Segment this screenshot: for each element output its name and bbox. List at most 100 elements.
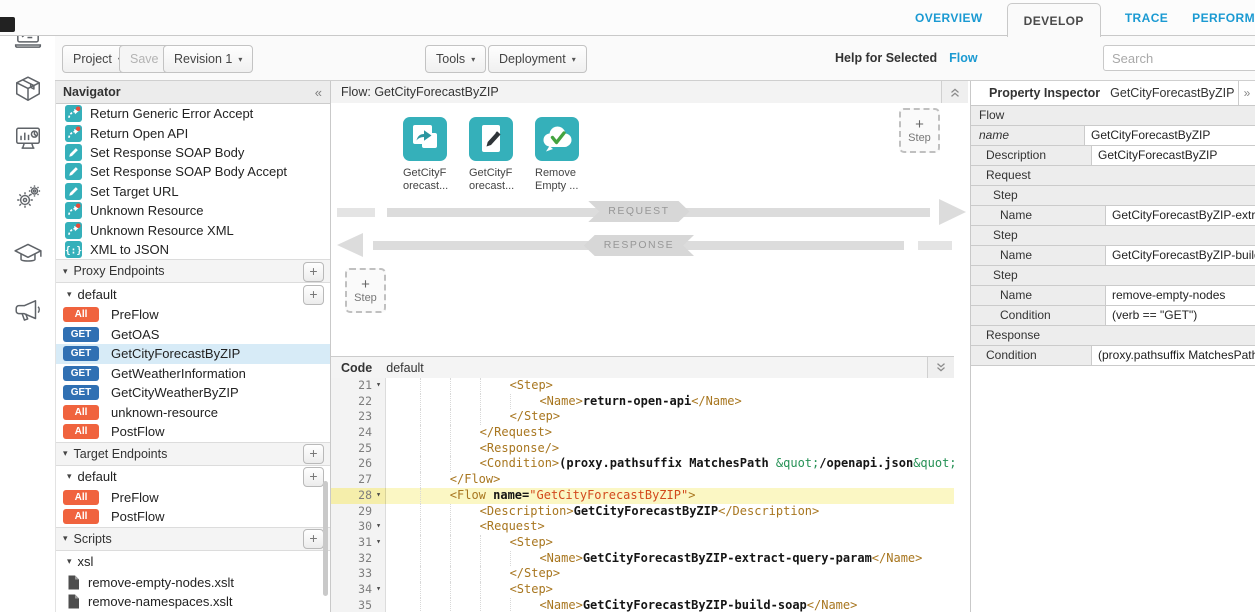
code-line[interactable]: 28▾<Flow name="GetCityForecastByZIP"> xyxy=(331,488,954,504)
fold-toggle-icon[interactable]: ▾ xyxy=(372,535,385,551)
property-value[interactable]: GetCityForecastByZIP xyxy=(1092,146,1255,165)
package-icon[interactable] xyxy=(13,74,43,104)
code-line[interactable]: 33</Step> xyxy=(331,566,954,582)
extract-variables-icon[interactable] xyxy=(403,117,447,161)
code-line-content[interactable]: <Name>GetCityForecastByZIP-extract-query… xyxy=(386,551,954,567)
code-gutter[interactable]: 21▾ xyxy=(331,378,386,394)
code-gutter[interactable]: 27 xyxy=(331,472,386,488)
assign-message-step-icon[interactable] xyxy=(469,117,513,161)
cloud-check-icon[interactable] xyxy=(535,117,579,161)
endpoint-item[interactable]: GETGetCityWeatherByZIP xyxy=(55,383,330,403)
analytics-monitor-icon[interactable] xyxy=(13,124,43,154)
add-button[interactable]: + xyxy=(303,467,324,487)
endpoint-item[interactable]: AllPreFlow xyxy=(55,488,330,508)
add-button[interactable]: + xyxy=(303,285,324,305)
policy-item[interactable]: Set Target URL xyxy=(55,182,330,201)
code-gutter[interactable]: 30▾ xyxy=(331,519,386,535)
add-button[interactable]: + xyxy=(303,262,324,282)
endpoint-item[interactable]: Allunknown-resource xyxy=(55,403,330,423)
code-line-content[interactable]: <Response/> xyxy=(386,441,954,457)
fold-toggle-icon[interactable]: ▾ xyxy=(372,378,385,394)
property-value[interactable]: GetCityForecastByZIP xyxy=(1085,126,1255,145)
code-line-content[interactable]: </Request> xyxy=(386,425,954,441)
code-line-content[interactable]: </Step> xyxy=(386,566,954,582)
code-line-content[interactable]: </Step> xyxy=(386,409,954,425)
code-line-content[interactable]: <Condition>(proxy.pathsuffix MatchesPath… xyxy=(386,456,954,472)
tab-develop[interactable]: DEVELOP xyxy=(1007,3,1101,37)
code-line[interactable]: 34▾<Step> xyxy=(331,582,954,598)
code-line-content[interactable]: <Step> xyxy=(386,582,954,598)
tab-trace[interactable]: TRACE xyxy=(1125,11,1168,25)
tools-menu-button[interactable]: Tools ▾ xyxy=(425,45,486,73)
save-button[interactable]: Save xyxy=(119,45,170,73)
group-row-default[interactable]: ▾default+ xyxy=(55,283,330,305)
code-line[interactable]: 26<Condition>(proxy.pathsuffix MatchesPa… xyxy=(331,456,954,472)
megaphone-icon[interactable] xyxy=(13,296,43,326)
code-gutter[interactable]: 23 xyxy=(331,409,386,425)
code-line[interactable]: 35<Name>GetCityForecastByZIP-build-soap<… xyxy=(331,598,954,612)
code-gutter[interactable]: 29 xyxy=(331,504,386,520)
collapse-flow-icon[interactable] xyxy=(941,81,968,103)
collapse-inspector-icon[interactable]: » xyxy=(1238,81,1255,105)
tab-overview[interactable]: OVERVIEW xyxy=(915,11,983,25)
code-line-content[interactable]: <Description>GetCityForecastByZIP</Descr… xyxy=(386,504,954,520)
collapse-panel-icon[interactable]: « xyxy=(315,85,322,100)
tab-performance[interactable]: PERFORMANCE xyxy=(1192,11,1255,25)
revision-menu-button[interactable]: Revision 1 ▾ xyxy=(163,45,253,73)
fold-toggle-icon[interactable]: ▾ xyxy=(372,519,385,535)
add-button[interactable]: + xyxy=(303,444,324,464)
code-line-content[interactable]: <Request> xyxy=(386,519,954,535)
code-line[interactable]: 32<Name>GetCityForecastByZIP-extract-que… xyxy=(331,551,954,567)
code-line[interactable]: 22<Name>return-open-api</Name> xyxy=(331,394,954,410)
code-gutter[interactable]: 32 xyxy=(331,551,386,567)
gears-icon[interactable] xyxy=(13,182,43,212)
code-line[interactable]: 31▾<Step> xyxy=(331,535,954,551)
code-line-content[interactable]: </Flow> xyxy=(386,472,954,488)
help-flow-link[interactable]: Flow xyxy=(949,51,977,65)
endpoint-item[interactable]: AllPostFlow xyxy=(55,507,330,527)
policy-item[interactable]: Set Response SOAP Body xyxy=(55,143,330,162)
code-line[interactable]: 29<Description>GetCityForecastByZIP</Des… xyxy=(331,504,954,520)
code-gutter[interactable]: 25 xyxy=(331,441,386,457)
add-button[interactable]: + xyxy=(303,529,324,549)
code-tab-label[interactable]: Code xyxy=(341,361,372,375)
property-value[interactable]: (proxy.pathsuffix MatchesPath "/c xyxy=(1092,346,1255,365)
property-value[interactable]: (verb == "GET") xyxy=(1106,306,1255,325)
code-gutter[interactable]: 33 xyxy=(331,566,386,582)
code-gutter[interactable]: 28▾ xyxy=(331,488,386,504)
code-line-content[interactable]: <Flow name="GetCityForecastByZIP"> xyxy=(386,488,954,504)
add-step-button[interactable]: + Step xyxy=(899,108,940,153)
code-gutter[interactable]: 26 xyxy=(331,456,386,472)
add-step-button[interactable]: + Step xyxy=(345,268,386,313)
code-line[interactable]: 21▾<Step> xyxy=(331,378,954,394)
code-line[interactable]: 27</Flow> xyxy=(331,472,954,488)
code-gutter[interactable]: 31▾ xyxy=(331,535,386,551)
code-gutter[interactable]: 22 xyxy=(331,394,386,410)
expand-code-icon[interactable] xyxy=(927,357,954,378)
property-value[interactable]: remove-empty-nodes xyxy=(1106,286,1255,305)
script-file-item[interactable]: remove-empty-nodes.xslt xyxy=(55,573,330,592)
endpoint-item[interactable]: GETGetCityForecastByZIP xyxy=(55,344,330,364)
code-line-content[interactable]: <Step> xyxy=(386,378,954,394)
section-header-proxy-endpoints[interactable]: ▾Proxy Endpoints+ xyxy=(55,259,330,283)
fold-toggle-icon[interactable]: ▾ xyxy=(372,488,385,504)
policy-item[interactable]: {:}XML to JSON xyxy=(55,240,330,259)
deployment-menu-button[interactable]: Deployment ▾ xyxy=(488,45,587,73)
code-line-content[interactable]: <Name>GetCityForecastByZIP-build-soap</N… xyxy=(386,598,954,612)
navigator-scrollbar[interactable] xyxy=(323,481,328,596)
policy-item[interactable]: Return Open API xyxy=(55,123,330,142)
code-gutter[interactable]: 34▾ xyxy=(331,582,386,598)
code-line[interactable]: 23</Step> xyxy=(331,409,954,425)
xml-code-editor[interactable]: 21▾<Step>22<Name>return-open-api</Name>2… xyxy=(331,378,954,612)
search-input[interactable] xyxy=(1103,45,1255,71)
code-line[interactable]: 30▾<Request> xyxy=(331,519,954,535)
code-gutter[interactable]: 24 xyxy=(331,425,386,441)
graduation-cap-icon[interactable] xyxy=(13,238,43,268)
group-row-default[interactable]: ▾default+ xyxy=(55,466,330,488)
code-line-content[interactable]: <Name>return-open-api</Name> xyxy=(386,394,954,410)
endpoint-item[interactable]: GETGetWeatherInformation xyxy=(55,364,330,384)
policy-item[interactable]: Set Response SOAP Body Accept xyxy=(55,162,330,181)
fold-toggle-icon[interactable]: ▾ xyxy=(372,582,385,598)
group-row-xsl[interactable]: ▾xsl xyxy=(55,551,330,573)
code-gutter[interactable]: 35 xyxy=(331,598,386,612)
